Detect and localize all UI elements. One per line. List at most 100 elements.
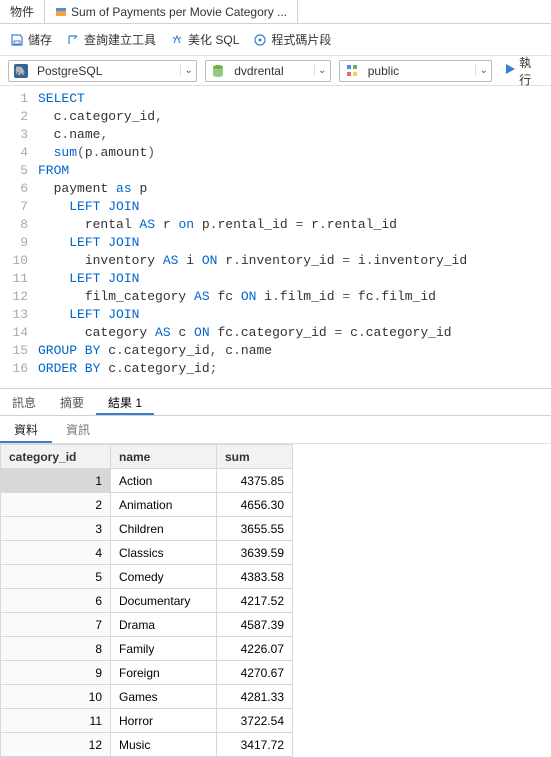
sub-tab-1[interactable]: 資訊 — [52, 416, 104, 443]
cell-category-id[interactable]: 5 — [1, 565, 111, 589]
cell-category-id[interactable]: 9 — [1, 661, 111, 685]
schema-icon — [344, 63, 360, 79]
cell-sum[interactable]: 4226.07 — [217, 637, 293, 661]
connection-dropdown[interactable]: 🐘 PostgreSQL ⌄ — [8, 60, 197, 82]
chevron-down-icon: ⌄ — [314, 65, 330, 76]
code-line[interactable]: ORDER BY c.category_id; — [38, 360, 551, 378]
query-builder-label: 查詢建立工具 — [84, 31, 156, 48]
code-line[interactable]: rental AS r on p.rental_id = r.rental_id — [38, 216, 551, 234]
code-line[interactable]: category AS c ON fc.category_id = c.cate… — [38, 324, 551, 342]
code-line[interactable]: sum(p.amount) — [38, 144, 551, 162]
cell-name[interactable]: Family — [111, 637, 217, 661]
cell-category-id[interactable]: 4 — [1, 541, 111, 565]
tab-query[interactable]: Sum of Payments per Movie Category ... — [45, 0, 298, 23]
cell-category-id[interactable]: 2 — [1, 493, 111, 517]
sql-code[interactable]: SELECT c.category_id, c.name, sum(p.amou… — [38, 90, 551, 378]
cell-sum[interactable]: 4281.33 — [217, 685, 293, 709]
table-row[interactable]: 6Documentary4217.52 — [1, 589, 293, 613]
table-row[interactable]: 2Animation4656.30 — [1, 493, 293, 517]
col-sum[interactable]: sum — [217, 445, 293, 469]
database-dropdown[interactable]: dvdrental ⌄ — [205, 60, 331, 82]
cell-name[interactable]: Foreign — [111, 661, 217, 685]
code-line[interactable]: FROM — [38, 162, 551, 180]
line-number: 7 — [0, 198, 28, 216]
col-category-id[interactable]: category_id — [1, 445, 111, 469]
code-line[interactable]: inventory AS i ON r.inventory_id = i.inv… — [38, 252, 551, 270]
database-value: dvdrental — [230, 64, 314, 78]
beautify-button[interactable]: 美化 SQL — [170, 31, 239, 48]
table-row[interactable]: 10Games4281.33 — [1, 685, 293, 709]
cell-sum[interactable]: 3639.59 — [217, 541, 293, 565]
schema-dropdown[interactable]: public ⌄ — [339, 60, 492, 82]
table-row[interactable]: 1Action4375.85 — [1, 469, 293, 493]
code-line[interactable]: c.category_id, — [38, 108, 551, 126]
cell-category-id[interactable]: 1 — [1, 469, 111, 493]
cell-name[interactable]: Music — [111, 733, 217, 757]
tab-objects[interactable]: 物件 — [0, 0, 45, 23]
cell-category-id[interactable]: 12 — [1, 733, 111, 757]
line-number: 3 — [0, 126, 28, 144]
code-line[interactable]: c.name, — [38, 126, 551, 144]
result-tab-2[interactable]: 結果 1 — [96, 389, 154, 415]
cell-name[interactable]: Classics — [111, 541, 217, 565]
result-tab-1[interactable]: 摘要 — [48, 389, 96, 415]
table-row[interactable]: 8Family4226.07 — [1, 637, 293, 661]
connection-value: PostgreSQL — [33, 64, 180, 78]
table-row[interactable]: 11Horror3722.54 — [1, 709, 293, 733]
code-line[interactable]: LEFT JOIN — [38, 234, 551, 252]
beautify-label: 美化 SQL — [188, 31, 239, 48]
cell-category-id[interactable]: 11 — [1, 709, 111, 733]
code-line[interactable]: film_category AS fc ON i.film_id = fc.fi… — [38, 288, 551, 306]
cell-name[interactable]: Comedy — [111, 565, 217, 589]
database-icon — [210, 63, 226, 79]
table-row[interactable]: 7Drama4587.39 — [1, 613, 293, 637]
table-row[interactable]: 3Children3655.55 — [1, 517, 293, 541]
cell-category-id[interactable]: 3 — [1, 517, 111, 541]
snippet-button[interactable]: 程式碼片段 — [253, 31, 331, 48]
line-number: 16 — [0, 360, 28, 378]
table-row[interactable]: 12Music3417.72 — [1, 733, 293, 757]
result-tab-0[interactable]: 訊息 — [0, 389, 48, 415]
table-row[interactable]: 4Classics3639.59 — [1, 541, 293, 565]
cell-category-id[interactable]: 7 — [1, 613, 111, 637]
code-line[interactable]: GROUP BY c.category_id, c.name — [38, 342, 551, 360]
cell-sum[interactable]: 3417.72 — [217, 733, 293, 757]
cell-category-id[interactable]: 10 — [1, 685, 111, 709]
chevron-down-icon: ⌄ — [475, 65, 491, 76]
cell-sum[interactable]: 4270.67 — [217, 661, 293, 685]
code-line[interactable]: LEFT JOIN — [38, 198, 551, 216]
code-line[interactable]: payment as p — [38, 180, 551, 198]
run-button[interactable]: 執行 — [504, 54, 543, 88]
code-line[interactable]: LEFT JOIN — [38, 270, 551, 288]
query-icon — [55, 6, 67, 18]
cell-sum[interactable]: 4217.52 — [217, 589, 293, 613]
cell-category-id[interactable]: 6 — [1, 589, 111, 613]
cell-sum[interactable]: 3722.54 — [217, 709, 293, 733]
cell-name[interactable]: Children — [111, 517, 217, 541]
cell-sum[interactable]: 4383.58 — [217, 565, 293, 589]
table-row[interactable]: 5Comedy4383.58 — [1, 565, 293, 589]
cell-sum[interactable]: 3655.55 — [217, 517, 293, 541]
cell-name[interactable]: Drama — [111, 613, 217, 637]
cell-name[interactable]: Games — [111, 685, 217, 709]
save-button[interactable]: 儲存 — [10, 31, 52, 48]
toolbar: 儲存 查詢建立工具 美化 SQL 程式碼片段 — [0, 24, 551, 56]
cell-name[interactable]: Action — [111, 469, 217, 493]
code-line[interactable]: SELECT — [38, 90, 551, 108]
cell-name[interactable]: Documentary — [111, 589, 217, 613]
cell-category-id[interactable]: 8 — [1, 637, 111, 661]
schema-value: public — [364, 64, 475, 78]
snippet-icon — [253, 33, 267, 47]
table-row[interactable]: 9Foreign4270.67 — [1, 661, 293, 685]
code-line[interactable]: LEFT JOIN — [38, 306, 551, 324]
cell-sum[interactable]: 4656.30 — [217, 493, 293, 517]
sub-tab-0[interactable]: 資料 — [0, 416, 52, 443]
col-name[interactable]: name — [111, 445, 217, 469]
cell-name[interactable]: Animation — [111, 493, 217, 517]
sql-editor[interactable]: 12345678910111213141516 SELECT c.categor… — [0, 86, 551, 388]
cell-sum[interactable]: 4375.85 — [217, 469, 293, 493]
cell-sum[interactable]: 4587.39 — [217, 613, 293, 637]
query-builder-button[interactable]: 查詢建立工具 — [66, 31, 156, 48]
line-number: 2 — [0, 108, 28, 126]
cell-name[interactable]: Horror — [111, 709, 217, 733]
